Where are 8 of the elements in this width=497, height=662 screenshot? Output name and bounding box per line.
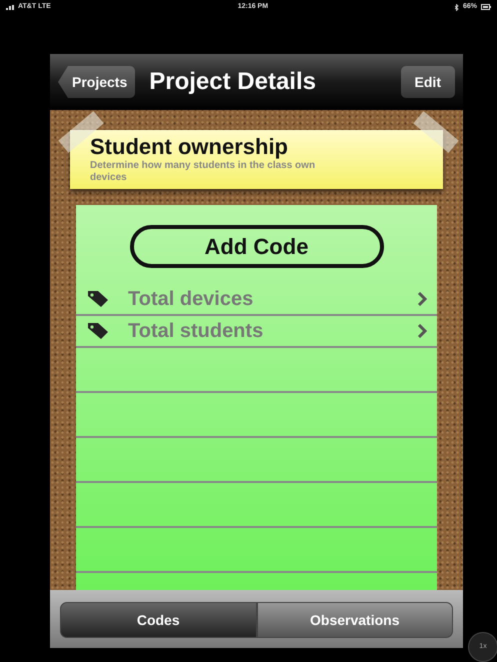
segment-tab[interactable]: Observations [256, 602, 453, 638]
segment-tab[interactable]: Codes [60, 602, 256, 638]
screen-title: Project Details [149, 67, 316, 97]
project-description: Determine how many students in the class own devices [90, 160, 316, 184]
project-title: Student ownership [90, 134, 289, 160]
back-button[interactable]: Projects [58, 66, 136, 98]
add-code-button[interactable]: Add Code [130, 225, 384, 268]
edit-button[interactable]: Edit [400, 66, 455, 98]
